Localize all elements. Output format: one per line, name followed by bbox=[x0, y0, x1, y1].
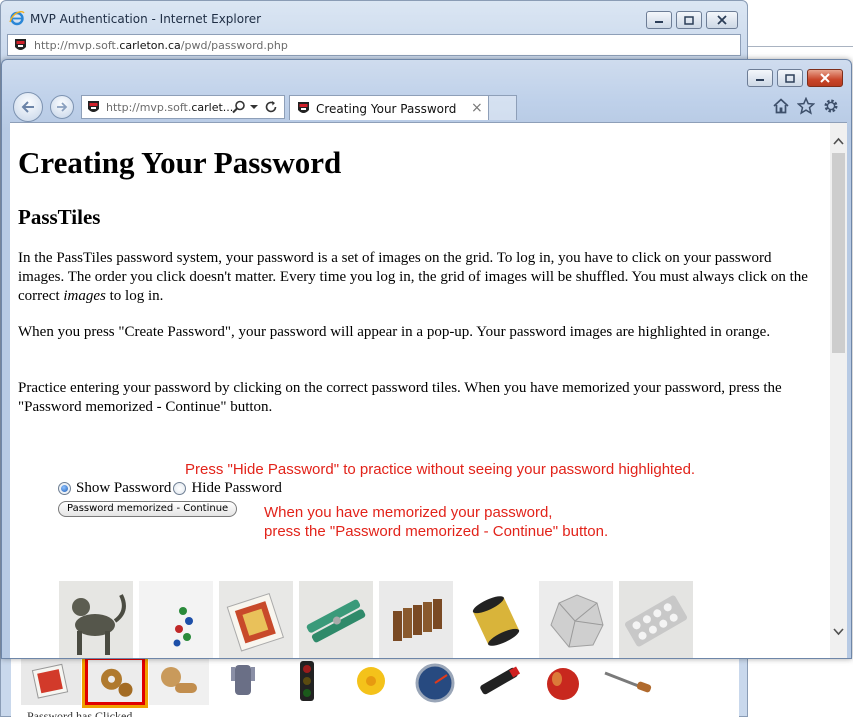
tile-playing-cards[interactable] bbox=[219, 581, 293, 658]
minimize-button[interactable] bbox=[646, 11, 672, 29]
tile-monkey-statue[interactable] bbox=[59, 581, 133, 658]
magnifier-icon[interactable] bbox=[232, 100, 246, 114]
maximize-icon bbox=[785, 73, 795, 83]
tile-gold-thread-spool[interactable] bbox=[459, 581, 533, 658]
hide-password-hint: Press "Hide Password" to practice withou… bbox=[185, 461, 696, 478]
intro-paragraph: In the PassTiles password system, your p… bbox=[18, 249, 818, 306]
page-subtitle: PassTiles bbox=[18, 205, 101, 229]
minimize-icon bbox=[655, 21, 663, 23]
intro-text-end: to log in. bbox=[105, 288, 164, 304]
memorized-hint-line-1: When you have memorized your password, bbox=[264, 504, 553, 521]
close-button[interactable] bbox=[807, 69, 843, 87]
address-domain: carleton.ca bbox=[119, 39, 181, 52]
vertical-scrollbar[interactable] bbox=[830, 123, 847, 658]
create-password-paragraph: When you press "Create Password", your p… bbox=[18, 324, 771, 340]
maximize-button[interactable] bbox=[777, 69, 803, 87]
address-bar[interactable]: http://mvp.soft.carlet... bbox=[81, 95, 285, 119]
internet-explorer-icon bbox=[9, 11, 25, 26]
hide-password-label[interactable]: Hide Password bbox=[191, 480, 281, 497]
scroll-down-icon[interactable] bbox=[830, 623, 847, 640]
tab-close-icon[interactable]: × bbox=[471, 100, 483, 116]
back-tile-wooden-pieces[interactable] bbox=[149, 657, 209, 705]
tab-creating-your-password[interactable]: Creating Your Password × bbox=[289, 95, 489, 120]
tile-dominoes[interactable] bbox=[379, 581, 453, 658]
forward-button[interactable] bbox=[50, 95, 74, 119]
scrollbar-thumb[interactable] bbox=[832, 153, 845, 353]
back-tile-traffic-light[interactable] bbox=[277, 657, 337, 705]
back-tile-apple[interactable] bbox=[533, 657, 593, 705]
address-prefix: http://mvp.soft. bbox=[106, 101, 192, 114]
back-tile-gears-highlighted[interactable] bbox=[82, 654, 148, 708]
tile-green-clothespin[interactable] bbox=[299, 581, 373, 658]
page-title: Creating Your Password bbox=[18, 145, 342, 180]
page-content: Creating Your Password PassTiles In the … bbox=[10, 123, 830, 658]
close-icon bbox=[717, 15, 727, 25]
hide-password-radio[interactable] bbox=[173, 481, 187, 495]
back-tile-robot-hand[interactable] bbox=[213, 657, 273, 705]
scroll-up-icon[interactable] bbox=[830, 133, 847, 150]
close-icon bbox=[820, 73, 830, 83]
back-tile-corkscrew[interactable] bbox=[597, 657, 657, 705]
background-address-text: http://mvp.soft.carleton.ca/pwd/password… bbox=[34, 39, 288, 52]
minimize-button[interactable] bbox=[747, 69, 773, 87]
carleton-favicon-icon bbox=[298, 102, 309, 113]
back-tile-lighter[interactable] bbox=[469, 657, 529, 705]
refresh-icon[interactable] bbox=[264, 100, 278, 114]
practice-paragraph: Practice entering your password by click… bbox=[18, 380, 782, 415]
carleton-favicon-icon bbox=[88, 101, 99, 112]
password-memorized-continue-button[interactable]: Password memorized - Continue bbox=[58, 501, 238, 517]
memorized-hint-line-2: press the "Password memorized - Continue… bbox=[264, 523, 609, 540]
desktop-divider bbox=[748, 46, 853, 50]
tile-marbles[interactable] bbox=[139, 581, 213, 658]
back-tile-playing-cards[interactable] bbox=[21, 657, 81, 705]
star-icon[interactable] bbox=[797, 97, 815, 115]
address-text: http://mvp.soft.carlet... bbox=[106, 101, 233, 114]
password-visibility-options: Show Password Hide Password bbox=[58, 478, 284, 498]
show-password-radio[interactable] bbox=[58, 481, 71, 495]
background-bottom-text: Password has Clicked bbox=[27, 709, 133, 717]
address-domain: carlet... bbox=[191, 101, 234, 114]
intro-emphasis: images bbox=[63, 288, 106, 304]
maximize-button[interactable] bbox=[676, 11, 702, 29]
carleton-favicon-icon bbox=[15, 39, 26, 50]
background-window-title: MVP Authentication - Internet Explorer bbox=[30, 12, 262, 26]
tile-crumpled-paper[interactable] bbox=[539, 581, 613, 658]
arrow-right-icon bbox=[57, 102, 68, 112]
back-tile-yellow-flower[interactable] bbox=[341, 657, 401, 705]
background-window-titlebar: MVP Authentication - Internet Explorer bbox=[1, 1, 747, 33]
tab-label: Creating Your Password bbox=[316, 102, 457, 116]
new-tab-button[interactable] bbox=[489, 95, 517, 120]
background-address-bar[interactable]: http://mvp.soft.carleton.ca/pwd/password… bbox=[7, 34, 741, 56]
back-button[interactable] bbox=[13, 92, 43, 122]
address-path: /pwd/password.php bbox=[180, 39, 288, 52]
minimize-icon bbox=[756, 79, 764, 81]
page-viewport: Creating Your Password PassTiles In the … bbox=[10, 122, 847, 658]
chevron-down-icon[interactable] bbox=[249, 100, 259, 114]
foreground-browser-window: http://mvp.soft.carlet... Creating Your … bbox=[1, 59, 852, 659]
close-button[interactable] bbox=[706, 11, 738, 29]
arrow-left-icon bbox=[21, 101, 34, 113]
gear-icon[interactable] bbox=[822, 97, 840, 115]
back-tile-speedometer[interactable] bbox=[405, 657, 465, 705]
address-prefix: http://mvp.soft. bbox=[34, 39, 120, 52]
tile-pill-blister-pack[interactable] bbox=[619, 581, 693, 658]
show-password-label[interactable]: Show Password bbox=[76, 480, 171, 497]
maximize-icon bbox=[684, 15, 694, 25]
home-icon[interactable] bbox=[772, 97, 790, 115]
